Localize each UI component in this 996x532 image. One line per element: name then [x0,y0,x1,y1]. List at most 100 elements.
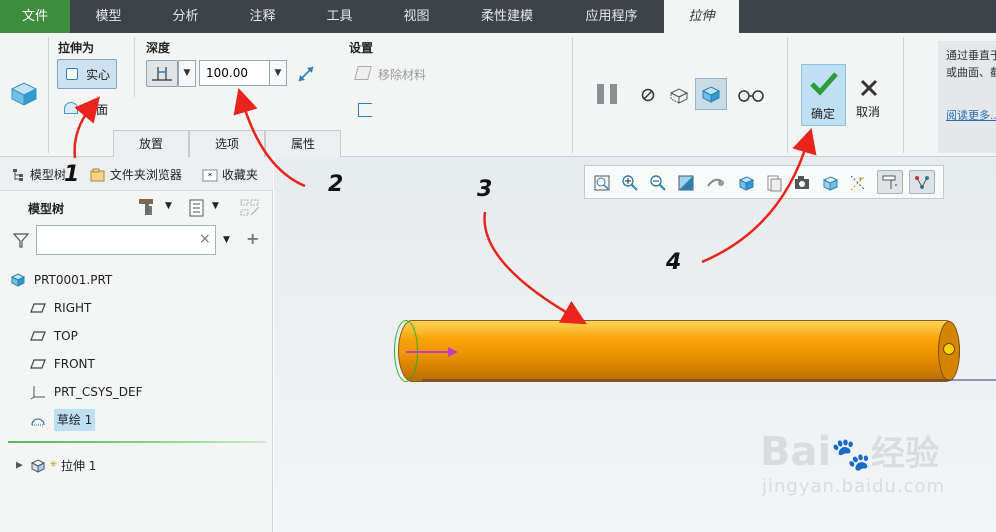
coordinate-system-icon [30,385,45,399]
view-manager-icon[interactable] [793,174,811,192]
help-text-line2: 或曲面、截 [946,66,996,79]
tree-item-front-label: FRONT [53,356,95,371]
menu-tab-analysis[interactable]: 分析 [147,0,224,33]
annotation-number-3: 3 [477,177,493,202]
tree-item-top-label: TOP [53,328,78,343]
menu-tab-view[interactable]: 视图 [378,0,455,33]
confirm-button[interactable]: 确定 [801,64,846,126]
tree-item-sketch[interactable]: 草绘 1 [30,408,96,431]
confirm-label: 确定 [811,107,836,121]
menu-tab-file[interactable]: 文件 [0,0,70,33]
model-tree-icon [13,168,23,181]
panel-tabs: 模型树 文件夹浏览器 * 收藏夹 [0,157,273,191]
clear-filter-icon[interactable]: × [199,231,211,247]
refit-icon[interactable] [593,174,611,192]
tab-folder-browser-label: 文件夹浏览器 [109,168,182,182]
tree-item-right-label: RIGHT [53,300,92,315]
verify-mode-icon[interactable] [695,78,727,110]
add-filter-icon[interactable]: + [246,229,259,248]
tree-item-right-plane[interactable]: RIGHT [30,296,91,318]
help-text-line1: 通过垂直于 [946,49,996,62]
depth-type-dropdown[interactable]: ▼ [178,60,196,87]
menu-tab-extrude[interactable]: 拉伸 [664,0,739,33]
surface-button[interactable]: 曲面 [64,99,124,119]
extrude-icon [30,458,45,473]
remove-material-button[interactable]: 移除材料 [354,65,436,83]
insert-indicator[interactable] [8,441,266,443]
depth-label: 深度 [146,41,171,55]
thicken-sketch-button[interactable] [358,103,372,117]
filter-icon[interactable] [12,232,30,251]
tree-item-part-label: PRT0001.PRT [33,272,113,287]
display-style-icon[interactable] [737,174,755,192]
tree-item-part[interactable]: PRT0001.PRT [10,268,112,290]
extrude-direction-arrow [406,347,458,357]
tree-columns-icon[interactable] [189,199,205,220]
tab-placement[interactable]: 放置 [113,130,189,157]
annotation-number-1: 1 [64,162,80,187]
expand-arrow-icon[interactable]: ▶ [16,461,23,471]
perspective-view-icon[interactable] [821,174,839,192]
tree-item-csys-label: PRT_CSYS_DEF [53,384,143,399]
sketch-icon [31,417,45,425]
zoom-out-icon[interactable] [649,174,667,192]
solid-button[interactable]: 实心 [57,59,117,89]
datum-plane-icon [30,330,46,341]
spin-center-icon[interactable] [909,170,935,194]
tree-item-csys[interactable]: PRT_CSYS_DEF [30,380,143,402]
ribbon: 拉伸为 实心 曲面 深度 ▼ ▼ 设置 移除材料 放置 选项 属性 [0,33,996,157]
tree-item-extrude-label: 拉伸 1 [60,458,97,473]
menu-bar: 文件 模型 分析 注释 工具 视图 柔性建模 应用程序 拉伸 [0,0,996,33]
baidu-watermark: Bai🐾经验 jingyan.baidu.com [760,430,996,497]
read-more-link[interactable]: 阅读更多... [946,107,996,124]
menu-tab-flexible-modeling[interactable]: 柔性建模 [455,0,559,33]
tab-favorites-label: 收藏夹 [221,168,258,182]
tree-columns-dropdown[interactable]: ▼ [212,201,219,211]
tree-item-top-plane[interactable]: TOP [30,324,78,346]
zoom-in-icon[interactable] [621,174,639,192]
svg-text:*: * [208,172,213,182]
datum-plane-icon [30,358,46,369]
checkmark-icon [810,72,838,96]
pause-icon[interactable] [596,83,620,108]
graphics-toolbar: * [584,165,944,199]
tab-folder-browser[interactable]: 文件夹浏览器 [90,166,184,183]
menu-tab-model[interactable]: 模型 [70,0,147,33]
no-preview-icon[interactable] [641,88,655,105]
tree-settings-dropdown[interactable]: ▼ [165,201,172,211]
filter-dropdown[interactable]: ▼ [223,235,230,245]
tab-model-tree[interactable]: 模型树 [12,166,66,183]
depth-value-dropdown[interactable]: ▼ [269,60,287,86]
repaint-icon[interactable] [677,174,695,192]
tree-filter-input[interactable] [36,225,216,255]
cancel-button[interactable]: 取消 [852,77,886,127]
tab-options[interactable]: 选项 [189,130,265,157]
datum-display-icon[interactable]: * [849,174,867,192]
tree-settings-icon[interactable] [137,197,157,220]
menu-tab-tools[interactable]: 工具 [301,0,378,33]
favorites-star-icon: * [202,169,218,182]
watermark-url: jingyan.baidu.com [762,476,946,497]
saved-orientations-icon[interactable] [765,174,783,192]
show-hidden-icon[interactable] [240,199,260,220]
depth-drag-handle[interactable] [943,343,955,355]
left-panel: 模型树 文件夹浏览器 * 收藏夹 模型树 ▼ ▼ × ▼ + PRT0001.P… [0,157,273,532]
watermark-brand2: 经验 [871,434,940,474]
reorient-icon[interactable] [705,174,724,192]
tree-item-front-plane[interactable]: FRONT [30,352,95,374]
tab-favorites[interactable]: * 收藏夹 [202,166,258,183]
depth-type-button[interactable] [146,60,178,87]
tree-item-extrude[interactable]: ▶ ✳ 拉伸 1 [16,454,96,476]
folder-icon [90,168,105,181]
glasses-icon[interactable] [737,88,765,105]
depth-value-input[interactable] [199,60,270,86]
tab-properties[interactable]: 属性 [265,130,341,157]
blind-depth-icon [152,67,172,81]
flip-direction-icon[interactable] [296,64,316,87]
menu-tab-annotate[interactable]: 注释 [224,0,301,33]
annotation-display-icon[interactable] [877,170,903,194]
help-panel: 通过垂直于 或曲面、截 阅读更多... [938,41,996,153]
menu-tab-applications[interactable]: 应用程序 [559,0,664,33]
preview-geometry-icon[interactable] [668,85,690,108]
datum-plane-icon [30,302,46,313]
